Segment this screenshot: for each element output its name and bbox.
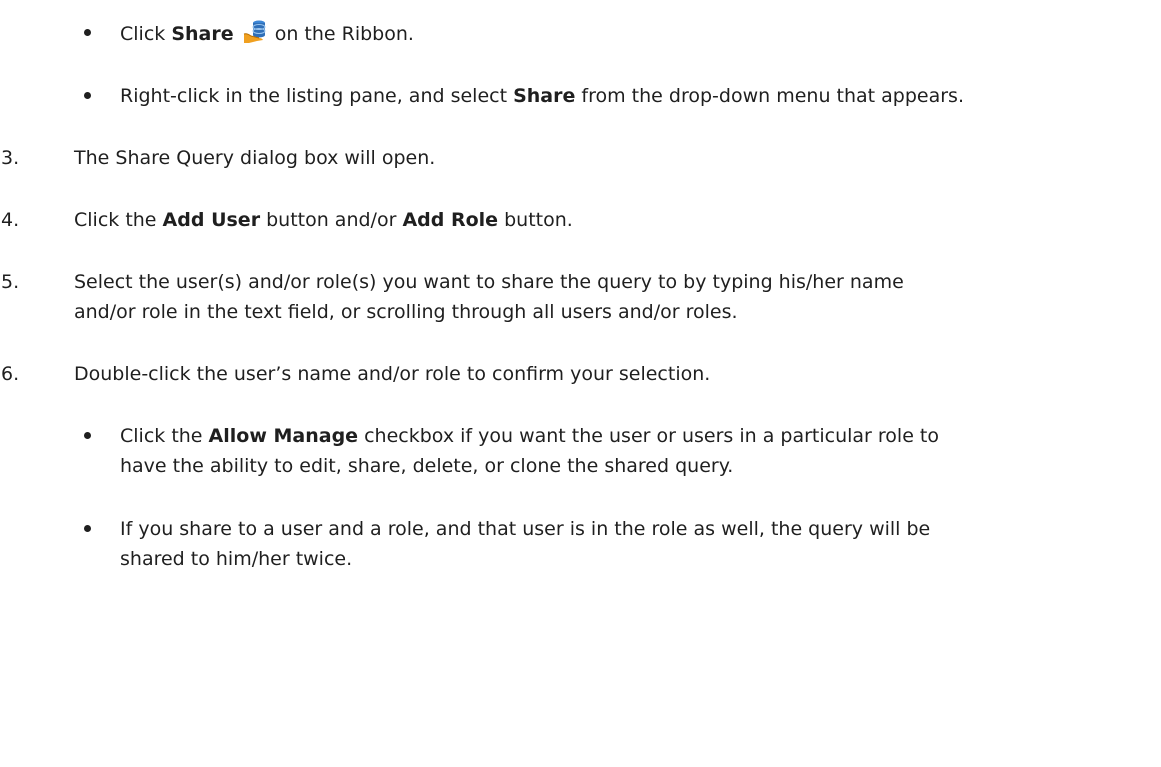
text: button. xyxy=(498,209,573,231)
step-3-text: The Share Query dialog box will open. xyxy=(74,147,436,169)
text: from the drop-down menu that appears. xyxy=(575,85,964,107)
step-number: 4. xyxy=(1,209,20,231)
bullet-marker xyxy=(84,92,91,99)
step-5-line-1: Select the user(s) and/or role(s) you wa… xyxy=(74,271,904,293)
bullet-share-twice-line-2: shared to him/her twice. xyxy=(120,548,353,570)
step-number: 3. xyxy=(1,147,20,169)
share-bold: Share xyxy=(513,85,576,107)
step-5-line-2: and/or role in the text field, or scroll… xyxy=(74,301,738,323)
step-4-text: Click the Add User button and/or Add Rol… xyxy=(74,206,573,234)
bullet-marker xyxy=(84,432,91,439)
text: Click xyxy=(120,23,172,45)
bullet-marker xyxy=(84,525,91,532)
bullet-share-twice-line-1: If you share to a user and a role, and t… xyxy=(120,518,931,540)
bullet-marker xyxy=(84,29,91,36)
database-share-icon xyxy=(243,19,267,45)
step-6-text: Double-click the user’s name and/or role… xyxy=(74,363,711,385)
text: checkbox if you want the user or users i… xyxy=(358,425,939,447)
text: Right-click in the listing pane, and sel… xyxy=(120,85,514,107)
step-number: 5. xyxy=(1,271,20,293)
bullet-click-share: Click Share on the Ribbon. xyxy=(120,19,414,48)
bullet-allow-manage-line-1: Click the Allow Manage checkbox if you w… xyxy=(120,422,939,450)
text: Click the xyxy=(120,425,209,447)
step-number: 6. xyxy=(1,363,20,385)
text: button and/or xyxy=(260,209,403,231)
add-role-bold: Add Role xyxy=(402,209,499,231)
add-user-bold: Add User xyxy=(162,209,261,231)
document-page: Click Share on the Ribbon. Right-click i… xyxy=(0,0,1161,767)
text: Click the xyxy=(74,209,163,231)
allow-manage-bold: Allow Manage xyxy=(208,425,359,447)
bullet-allow-manage-line-2: have the ability to edit, share, delete,… xyxy=(120,455,734,477)
bullet-right-click: Right-click in the listing pane, and sel… xyxy=(120,82,964,110)
text: on the Ribbon. xyxy=(268,23,414,45)
share-bold: Share xyxy=(171,23,234,45)
